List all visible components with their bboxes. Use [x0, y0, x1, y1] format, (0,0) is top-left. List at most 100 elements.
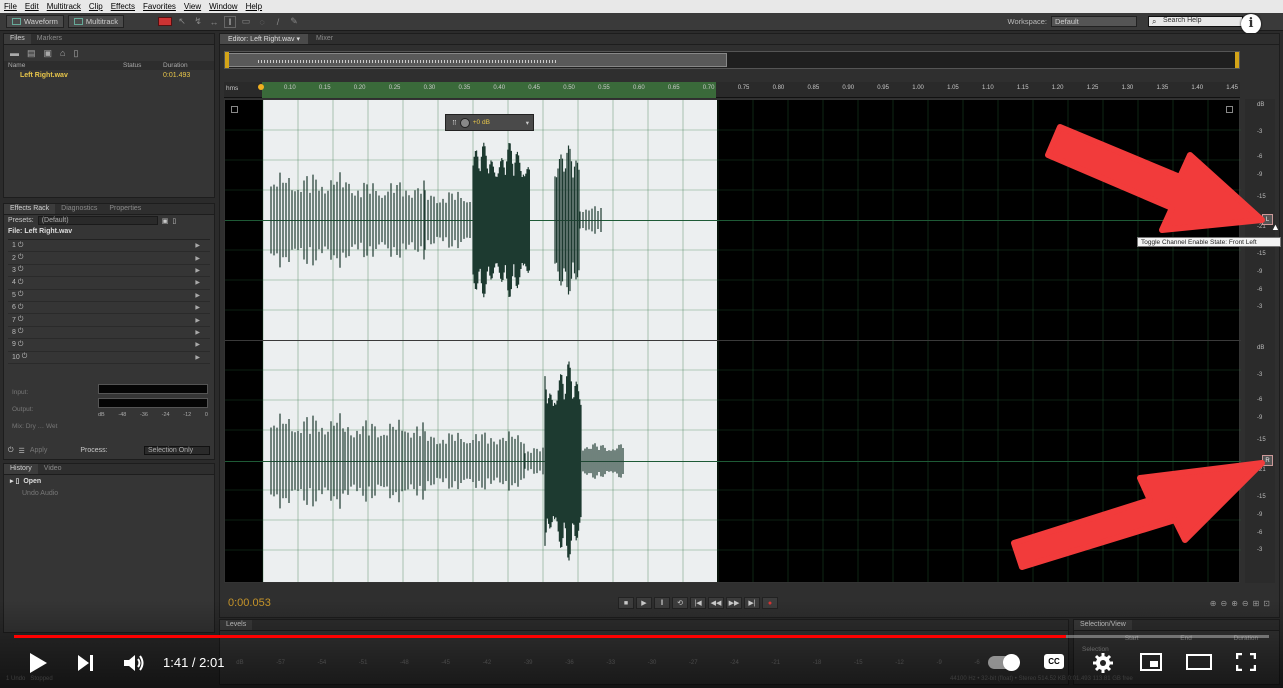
- menu-help[interactable]: Help: [246, 2, 262, 11]
- record-icon[interactable]: [158, 17, 172, 26]
- menu-multitrack[interactable]: Multitrack: [47, 2, 81, 11]
- effect-slot[interactable]: 7 ⏻ ▶: [8, 314, 210, 327]
- slot-arrow-icon[interactable]: ▶: [195, 341, 200, 348]
- tab-properties[interactable]: Properties: [103, 204, 147, 214]
- volume-hud[interactable]: ⠿ +0 dB ▾: [445, 114, 534, 131]
- tab-history[interactable]: History: [4, 464, 38, 474]
- insert-icon[interactable]: ⌂: [60, 48, 65, 58]
- miniplayer-icon[interactable]: [1140, 653, 1162, 671]
- overview-right-handle[interactable]: [1235, 52, 1239, 68]
- power-icon[interactable]: ⏻: [18, 279, 24, 287]
- volume-icon[interactable]: [122, 653, 146, 673]
- slot-arrow-icon[interactable]: ▶: [195, 242, 200, 249]
- overview-bar[interactable]: [224, 51, 1240, 69]
- open-file-icon[interactable]: ▬: [10, 48, 19, 58]
- presets-dropdown[interactable]: (Default): [37, 216, 158, 225]
- slot-arrow-icon[interactable]: ▶: [195, 279, 200, 286]
- info-icon[interactable]: i: [1241, 14, 1261, 34]
- lasso-tool-icon[interactable]: ◌: [256, 16, 268, 28]
- tab-diagnostics[interactable]: Diagnostics: [55, 204, 103, 214]
- delete-icon[interactable]: ▯: [73, 48, 78, 59]
- fullscreen-icon[interactable]: [1236, 653, 1256, 671]
- col-duration[interactable]: Duration: [163, 62, 188, 69]
- tab-editor[interactable]: Editor: Left Right.wav ▾: [220, 34, 308, 44]
- tab-selection-view[interactable]: Selection/View: [1074, 620, 1132, 630]
- tab-levels[interactable]: Levels: [220, 620, 253, 630]
- brush-tool-icon[interactable]: /: [272, 16, 284, 28]
- zoom-corner-icon[interactable]: [231, 106, 238, 113]
- zoom-out-time-icon[interactable]: ⊖: [1242, 599, 1249, 608]
- new-file-icon[interactable]: ▣: [44, 48, 53, 59]
- workspace-dropdown[interactable]: Default: [1051, 16, 1137, 27]
- overview-visible-range[interactable]: [227, 53, 727, 67]
- pause-icon[interactable]: ‖: [654, 597, 670, 609]
- menu-view[interactable]: View: [184, 2, 201, 11]
- volume-value[interactable]: +0 dB: [473, 119, 490, 126]
- process-dropdown[interactable]: Selection Only: [144, 446, 210, 455]
- slip-tool-icon[interactable]: ↔: [208, 16, 220, 28]
- razor-tool-icon[interactable]: ↯: [192, 16, 204, 28]
- power-icon[interactable]: ⏻: [18, 291, 24, 299]
- effect-slot[interactable]: 2 ⏻ ▶: [8, 252, 210, 265]
- menu-clip[interactable]: Clip: [89, 2, 103, 11]
- go-to-start-icon[interactable]: |◀: [690, 597, 706, 609]
- menu-edit[interactable]: Edit: [25, 2, 39, 11]
- marquee-tool-icon[interactable]: ▭: [240, 16, 252, 28]
- import-file-icon[interactable]: ▤: [27, 48, 36, 59]
- power-icon[interactable]: ⏻: [18, 254, 24, 262]
- record-icon[interactable]: ●: [762, 597, 778, 609]
- slot-arrow-icon[interactable]: ▶: [195, 354, 200, 361]
- settings-gear-icon[interactable]: [1092, 652, 1114, 674]
- tab-effects-rack[interactable]: Effects Rack: [4, 204, 56, 214]
- playhead-handle[interactable]: [258, 84, 264, 90]
- loop-icon[interactable]: ⟲: [672, 597, 688, 609]
- history-item-open[interactable]: ▸ ▯ Open: [4, 475, 214, 487]
- list-icon[interactable]: ☰: [19, 447, 25, 455]
- zoom-in-time-icon[interactable]: ⊕: [1231, 599, 1238, 608]
- power-icon[interactable]: ⏻: [22, 353, 28, 361]
- menu-file[interactable]: File: [4, 2, 17, 11]
- zoom-in-amplitude-icon[interactable]: ⊕: [1210, 599, 1217, 608]
- hud-menu-icon[interactable]: ▾: [526, 119, 529, 127]
- power-icon[interactable]: ⏻: [18, 304, 24, 312]
- effect-slot[interactable]: 1 ⏻ ▶: [8, 240, 210, 253]
- effect-slot[interactable]: 10 ⏻ ▶: [8, 352, 210, 364]
- power-icon[interactable]: ⏻: [18, 242, 24, 250]
- col-name[interactable]: Name: [8, 62, 123, 69]
- zoom-full-icon[interactable]: ⊞: [1253, 599, 1260, 608]
- zoom-selection-icon[interactable]: ⊡: [1263, 599, 1270, 608]
- slot-arrow-icon[interactable]: ▶: [195, 255, 200, 262]
- power-icon[interactable]: ⏻: [18, 316, 24, 324]
- power-icon[interactable]: ⏻: [18, 266, 24, 274]
- menu-effects[interactable]: Effects: [111, 2, 135, 11]
- slot-arrow-icon[interactable]: ▶: [195, 304, 200, 311]
- power-all-icon[interactable]: ⏻: [8, 447, 14, 455]
- multitrack-view-button[interactable]: Multitrack: [67, 15, 124, 28]
- col-status[interactable]: Status: [123, 62, 163, 69]
- move-tool-icon[interactable]: ↖: [176, 16, 188, 28]
- time-ruler[interactable]: hms 0.10 0.15 0.20 0.25 0.30 0.35 0.40 0.45 0.50…: [224, 82, 1240, 98]
- theater-mode-icon[interactable]: [1186, 654, 1212, 670]
- go-to-end-icon[interactable]: ▶|: [744, 597, 760, 609]
- apply-button[interactable]: Apply: [30, 447, 48, 454]
- autoplay-toggle[interactable]: [988, 654, 1020, 671]
- menu-favorites[interactable]: Favorites: [143, 2, 176, 11]
- effect-slot[interactable]: 3 ⏻ ▶: [8, 265, 210, 278]
- effect-slot[interactable]: 4 ⏻ ▶: [8, 277, 210, 290]
- fast-forward-icon[interactable]: ▶▶: [726, 597, 742, 609]
- slot-arrow-icon[interactable]: ▶: [195, 292, 200, 299]
- play-icon[interactable]: ▶: [636, 597, 652, 609]
- save-preset-icon[interactable]: ▣: [162, 217, 169, 225]
- tab-video[interactable]: Video: [38, 464, 68, 474]
- search-help-input[interactable]: ⌕ Search Help: [1148, 16, 1243, 27]
- menu-window[interactable]: Window: [209, 2, 237, 11]
- effect-slot[interactable]: 6 ⏻ ▶: [8, 302, 210, 315]
- captions-icon[interactable]: CC: [1044, 654, 1064, 669]
- next-icon[interactable]: [76, 654, 96, 672]
- effect-slot[interactable]: 9 ⏻ ▶: [8, 339, 210, 352]
- rewind-icon[interactable]: ◀◀: [708, 597, 724, 609]
- progress-bar[interactable]: [14, 635, 1269, 638]
- effect-slot[interactable]: 5 ⏻ ▶: [8, 290, 210, 302]
- timecode-display[interactable]: 0:00.053: [228, 597, 328, 609]
- time-selection-tool-icon[interactable]: I: [224, 15, 236, 28]
